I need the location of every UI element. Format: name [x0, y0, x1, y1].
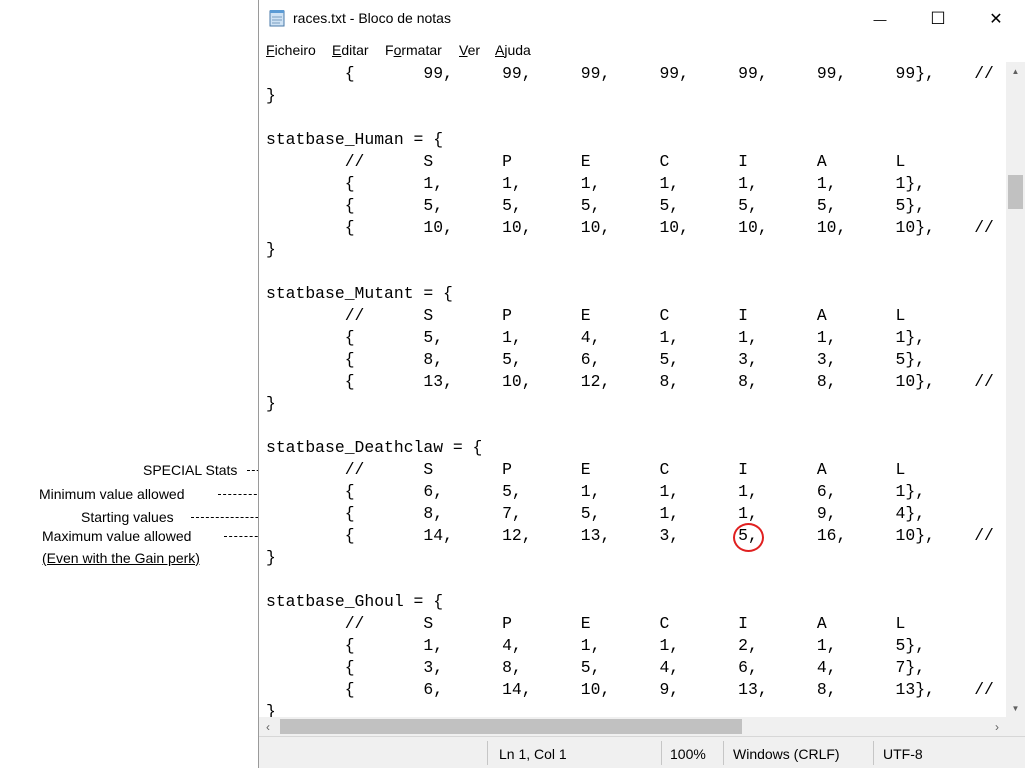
text-editor-area[interactable]: { 99, 99, 99, 99, 99, 99, 99}, //} statba… — [259, 62, 1006, 717]
status-separator — [873, 741, 874, 765]
vertical-scroll-thumb[interactable] — [1008, 175, 1023, 209]
scroll-down-icon[interactable]: ▼ — [1006, 699, 1025, 717]
notepad-icon — [269, 10, 285, 27]
code-line: { 5, 5, 5, 5, 5, 5, 5}, — [266, 196, 926, 215]
scroll-right-icon[interactable]: › — [988, 717, 1006, 736]
notepad-window: races.txt - Bloco de notas — ☐ ✕ Ficheir… — [258, 0, 1025, 768]
code-line: { 8, 5, 6, 5, 3, 3, 5}, — [266, 350, 926, 369]
status-cursor-position: Ln 1, Col 1 — [499, 746, 567, 762]
status-line-endings: Windows (CRLF) — [733, 746, 840, 762]
code-line: { 6, 5, 1, 1, 1, 6, 1}, — [266, 482, 926, 501]
code-line: { 10, 10, 10, 10, 10, 10, 10}, // — [266, 218, 994, 237]
status-encoding: UTF-8 — [883, 746, 923, 762]
maximize-button[interactable]: ☐ — [909, 0, 967, 38]
code-line: { 13, 10, 12, 8, 8, 8, 10}, // — [266, 372, 994, 391]
code-line: // S P E C I A L — [266, 152, 906, 171]
code-line: // S P E C I A L — [266, 306, 906, 325]
code-line: statbase_Human = { — [266, 130, 444, 149]
code-line: // S P E C I A L — [266, 614, 906, 633]
code-line: } — [266, 394, 276, 413]
code-line: { 3, 8, 5, 4, 6, 4, 7}, — [266, 658, 926, 677]
code-line: } — [266, 548, 276, 567]
window-title: races.txt - Bloco de notas — [293, 10, 451, 26]
code-line: { 1, 4, 1, 1, 2, 1, 5}, — [266, 636, 926, 655]
close-icon: ✕ — [989, 11, 1003, 28]
menu-ficheiro[interactable]: Ficheiro — [266, 42, 316, 58]
scroll-left-icon[interactable]: ‹ — [259, 717, 277, 736]
code-line: } — [266, 702, 276, 717]
code-line: { 6, 14, 10, 9, 13, 8, 13}, // — [266, 680, 994, 699]
code-line: { 1, 1, 1, 1, 1, 1, 1}, — [266, 174, 926, 193]
title-bar[interactable]: races.txt - Bloco de notas — ☐ ✕ — [259, 0, 1025, 38]
status-zoom: 100% — [670, 746, 706, 762]
annotation-special-stats: SPECIAL Stats — [143, 462, 238, 478]
menu-formatar[interactable]: Formatar — [385, 42, 442, 58]
annotation-starting-values: Starting values — [81, 509, 174, 525]
code-line: statbase_Ghoul = { — [266, 592, 444, 611]
code-line: { 8, 7, 5, 1, 1, 9, 4}, — [266, 504, 926, 523]
horizontal-scrollbar[interactable]: ‹ › — [259, 717, 1006, 736]
vertical-scrollbar[interactable]: ▲ ▼ — [1006, 62, 1025, 717]
highlight-circle — [733, 523, 764, 552]
menu-ajuda[interactable]: Ajuda — [495, 42, 531, 58]
code-line: } — [266, 86, 276, 105]
code-line: // S P E C I A L — [266, 460, 906, 479]
annotation-maximum-value: Maximum value allowed — [42, 528, 192, 544]
scroll-up-icon[interactable]: ▲ — [1006, 62, 1025, 80]
code-line: } — [266, 240, 276, 259]
code-line: { 99, 99, 99, 99, 99, 99, 99}, // — [266, 64, 994, 83]
scrollbar-corner — [1006, 717, 1025, 736]
minimize-button[interactable]: — — [851, 0, 909, 38]
status-separator — [487, 741, 488, 765]
annotation-gain-perk-note: (Even with the Gain perk) — [42, 550, 200, 566]
status-separator — [723, 741, 724, 765]
status-separator — [661, 741, 662, 765]
annotation-minimum-value: Minimum value allowed — [39, 486, 185, 502]
status-bar: Ln 1, Col 1 100% Windows (CRLF) UTF-8 — [259, 736, 1025, 768]
code-line: statbase_Mutant = { — [266, 284, 453, 303]
code-line: { 14, 12, 13, 3, 5, 16, 10}, // — [266, 526, 994, 545]
close-button[interactable]: ✕ — [967, 0, 1025, 38]
horizontal-scroll-thumb[interactable] — [280, 719, 742, 734]
maximize-icon: ☐ — [930, 9, 946, 28]
menu-bar: Ficheiro Editar Formatar Ver Ajuda — [259, 38, 1025, 62]
menu-editar[interactable]: Editar — [332, 42, 369, 58]
minimize-icon: — — [873, 11, 887, 27]
code-line: { 5, 1, 4, 1, 1, 1, 1}, — [266, 328, 926, 347]
code-line: statbase_Deathclaw = { — [266, 438, 483, 457]
menu-ver[interactable]: Ver — [459, 42, 480, 58]
